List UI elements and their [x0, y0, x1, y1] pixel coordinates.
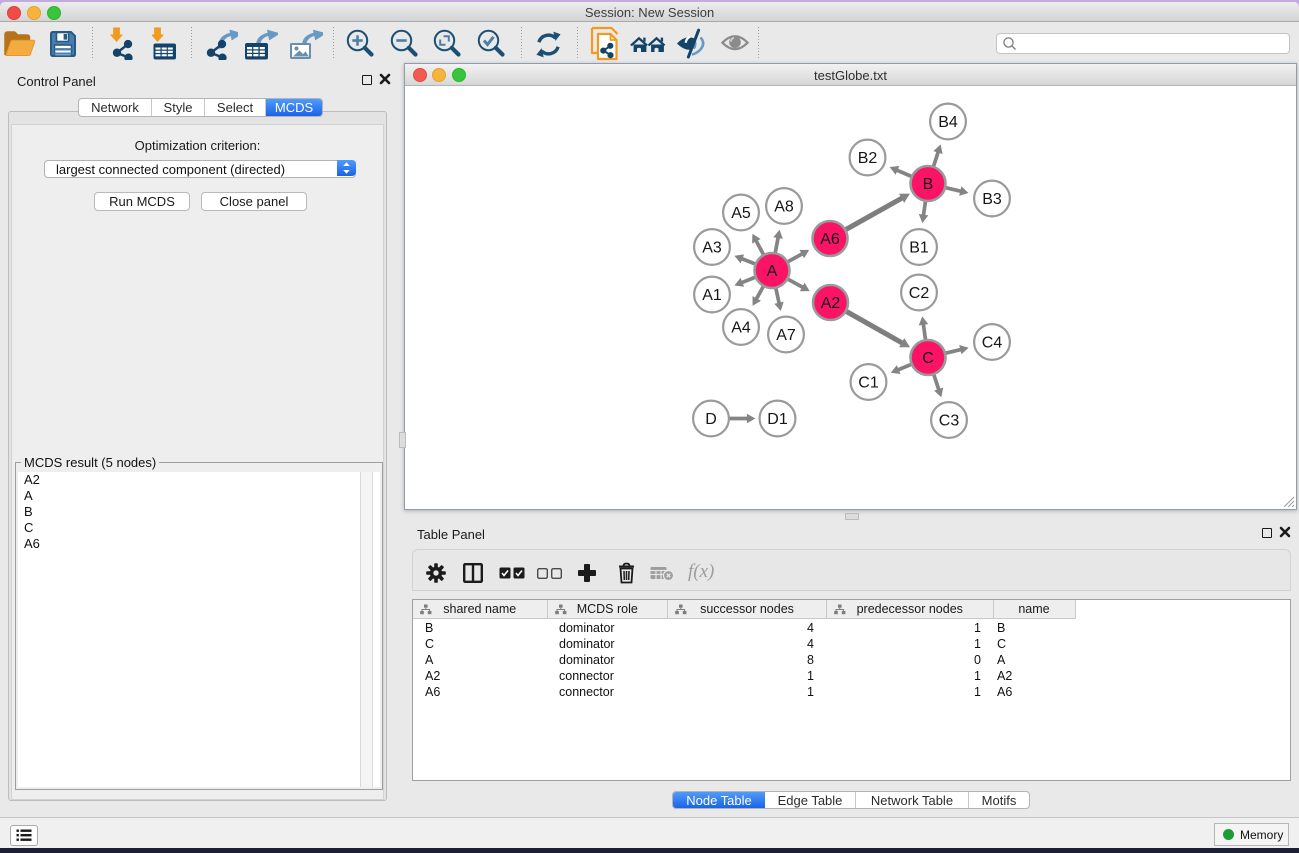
svg-text:C3: C3 — [939, 413, 960, 430]
svg-text:A8: A8 — [774, 199, 794, 216]
svg-text:A7: A7 — [776, 327, 796, 344]
svg-text:A6: A6 — [820, 231, 840, 248]
svg-text:A2: A2 — [821, 295, 841, 312]
svg-text:C1: C1 — [858, 375, 879, 392]
svg-text:B: B — [923, 176, 934, 193]
svg-text:B1: B1 — [909, 240, 929, 257]
svg-text:B4: B4 — [938, 114, 958, 131]
svg-text:C4: C4 — [982, 335, 1003, 352]
svg-text:A5: A5 — [731, 205, 751, 222]
svg-text:D1: D1 — [767, 411, 788, 428]
svg-text:A1: A1 — [702, 287, 722, 304]
svg-text:A3: A3 — [702, 240, 722, 257]
svg-text:A: A — [767, 263, 778, 280]
svg-text:B2: B2 — [858, 150, 878, 167]
svg-text:A4: A4 — [731, 320, 751, 337]
svg-text:C2: C2 — [909, 285, 930, 302]
svg-text:C: C — [922, 350, 934, 367]
svg-text:B3: B3 — [982, 191, 1002, 208]
svg-text:D: D — [705, 411, 717, 428]
